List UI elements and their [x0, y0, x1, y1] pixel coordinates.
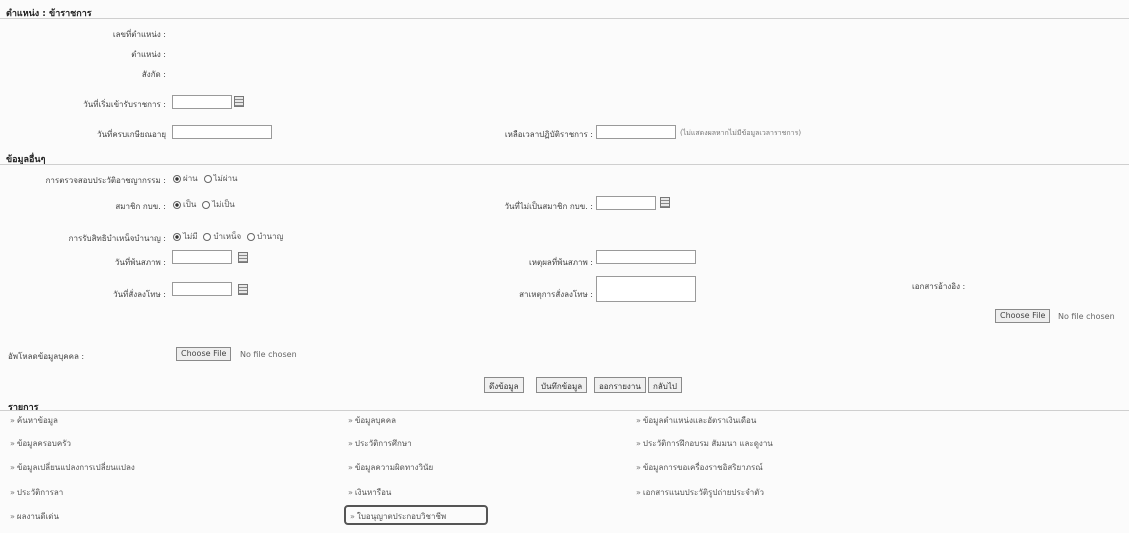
fetch-data-button[interactable]: ดึงข้อมูล — [484, 377, 524, 393]
discipline-reason-input[interactable] — [596, 276, 696, 302]
list-item-personal[interactable]: » ข้อมูลบุคคล — [348, 414, 396, 427]
union-member-group: เป็น ไม่เป็น — [170, 198, 235, 211]
retire-date-input[interactable] — [172, 125, 272, 139]
union-member-label: สมาชิก กบข. : — [115, 202, 166, 211]
background-check-label: การตรวจสอบประวัติอาชญากรรม : — [45, 176, 166, 185]
section-divider — [0, 410, 1129, 411]
remaining-service-label: เหลือเวลาปฏิบัติราชการ : — [504, 130, 593, 139]
leave-reason-label: เหตุผลที่พ้นสภาพ : — [529, 258, 593, 267]
leave-reason-input[interactable] — [596, 250, 696, 264]
radio-fail[interactable] — [203, 174, 212, 183]
section-divider — [0, 18, 1129, 19]
leave-date-label: วันที่พ้นสภาพ : — [114, 258, 166, 267]
list-item-salary[interactable]: » เงินหารือน — [348, 486, 391, 499]
pension-label: การรับสิทธิบำเหน็จบำนาญ : — [68, 234, 166, 243]
retire-date-label: วันที่ครบเกษียณอายุ — [97, 130, 166, 139]
list-item-license[interactable]: » ใบอนุญาตประกอบวิชาชีพ — [350, 510, 446, 523]
reference-doc-label: เอกสารอ้างอิง : — [912, 282, 966, 291]
save-data-button[interactable]: บันทึกข้อมูล — [536, 377, 588, 393]
calendar-icon[interactable] — [234, 96, 244, 107]
calendar-icon[interactable] — [238, 252, 248, 263]
pension-group: ไม่มี บำเหน็จ บำนาญ — [170, 230, 283, 243]
report-button[interactable]: ออกรายงาน — [594, 377, 646, 393]
list-item-awards[interactable]: » ผลงานดีเด่น — [10, 510, 59, 523]
list-item-training[interactable]: » ประวัติการฝึกอบรม สัมมนา และดูงาน — [636, 437, 773, 450]
position-number-label: เลขที่ตำแหน่ง : — [112, 30, 166, 39]
discipline-date-input[interactable] — [172, 282, 232, 296]
list-item-education[interactable]: » ประวัติการศึกษา — [348, 437, 412, 450]
radio-pension-gratuity[interactable] — [203, 232, 212, 241]
personal-choose-file-button[interactable]: Choose File — [176, 347, 232, 361]
remaining-service-note: (ไม่แสดงผลหากไม่มีข้อมูลเวลาราชการ) — [680, 129, 802, 137]
list-item-search[interactable]: » ค้นหาข้อมูล — [10, 414, 58, 427]
list-item-decorations[interactable]: » ข้อมูลการขอเครื่องราชอิสริยาภรณ์ — [636, 461, 763, 474]
upload-personal-label: อัพโหลดข้อมูลบุคคล : — [8, 352, 85, 361]
list-item-changes[interactable]: » ข้อมูลเปลี่ยนแปลงการเปลี่ยนแปลง — [10, 461, 135, 474]
calendar-icon[interactable] — [238, 284, 248, 295]
calendar-icon[interactable] — [660, 197, 670, 208]
remaining-service-input[interactable] — [596, 125, 676, 139]
list-item-discipline[interactable]: » ข้อมูลความผิดทางวินัย — [348, 461, 433, 474]
section-divider — [0, 164, 1129, 165]
position-label: ตำแหน่ง : — [131, 50, 166, 59]
radio-member-yes[interactable] — [173, 200, 181, 209]
list-section-title: รายการ — [8, 403, 39, 413]
reference-file-status: No file chosen — [1058, 312, 1115, 321]
not-member-date-input[interactable] — [596, 196, 656, 210]
list-item-leave[interactable]: » ประวัติการลา — [10, 486, 63, 499]
discipline-date-label: วันที่สั่งลงโทษ : — [113, 290, 166, 299]
radio-pass[interactable] — [173, 174, 181, 183]
radio-pension-none[interactable] — [173, 232, 181, 241]
personal-file-status: No file chosen — [240, 350, 297, 359]
list-item-position-salary[interactable]: » ข้อมูลตำแหน่งและอัตราเงินเดือน — [636, 414, 756, 427]
back-button[interactable]: กลับไป — [648, 377, 682, 393]
background-check-group: ผ่าน ไม่ผ่าน — [170, 172, 237, 185]
leave-date-input[interactable] — [172, 250, 232, 264]
start-date-input[interactable] — [172, 95, 232, 109]
list-item-attachments[interactable]: » เอกสารแนบประวัติรูปถ่ายประจำตัว — [636, 486, 764, 499]
not-member-date-label: วันที่ไม่เป็นสมาชิก กบข. : — [504, 202, 593, 211]
discipline-reason-label: สาเหตุการสั่งลงโทษ : — [519, 290, 593, 299]
affiliation-label: สังกัด : — [141, 70, 166, 79]
radio-pension-annuity[interactable] — [247, 232, 256, 241]
reference-choose-file-button[interactable]: Choose File — [995, 309, 1051, 323]
radio-member-no[interactable] — [202, 200, 211, 209]
start-date-label: วันที่เริ่มเข้ารับราชการ : — [83, 100, 166, 109]
list-item-family[interactable]: » ข้อมูลครอบครัว — [10, 437, 71, 450]
